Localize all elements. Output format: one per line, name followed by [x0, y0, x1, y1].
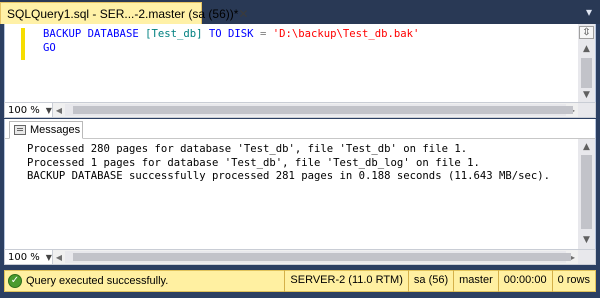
status-server: SERVER-2 (11.0 RTM) — [284, 270, 407, 292]
tab-title: SQLQuery1.sql - SER...-2.master (sa (56)… — [7, 6, 239, 21]
editor-vertical-scrollbar[interactable]: ⇳ ▲ ▼ — [578, 24, 595, 102]
scroll-down-icon[interactable]: ▼ — [578, 233, 595, 247]
editor-zoom-value: 100 % — [8, 104, 40, 116]
status-database: master — [453, 270, 498, 292]
string-backup-path: 'D:\backup\Test_db.bak' — [272, 28, 420, 40]
messages-vertical-scrollbar[interactable]: ▲ ▼ — [578, 139, 595, 249]
status-message: Query executed successfully. — [26, 275, 169, 287]
scroll-down-icon[interactable]: ▼ — [578, 88, 595, 102]
editor-zoom-bar: 100 % ▼ ◀ ▶ — [4, 102, 596, 118]
close-icon[interactable]: ✕ — [238, 7, 248, 21]
code-line-2: GO — [43, 42, 56, 54]
query-editor[interactable]: BACKUP DATABASE [Test_db] TO DISK = 'D:\… — [4, 24, 596, 102]
message-line: Processed 280 pages for database 'Test_d… — [27, 143, 468, 155]
message-line: Processed 1 pages for database 'Test_db'… — [27, 156, 480, 169]
chevron-down-icon: ▼ — [45, 252, 52, 262]
status-row-count: 0 rows — [551, 270, 595, 292]
document-tab-strip: SQLQuery1.sql - SER...-2.master (sa (56)… — [0, 0, 600, 24]
code-line-1: BACKUP DATABASE [Test_db] TO DISK = 'D:\… — [43, 28, 419, 40]
window-frame — [0, 292, 600, 298]
identifier-test-db: [Test_db] — [145, 28, 203, 40]
scroll-left-icon[interactable]: ◀ — [53, 106, 65, 115]
change-indicator — [21, 28, 25, 60]
tab-messages[interactable]: Messages — [9, 121, 83, 139]
query-status-bar: ✓ Query executed successfully. SERVER-2 … — [4, 270, 596, 292]
checkmark-circle-icon: ✓ — [8, 274, 22, 288]
chevron-down-icon[interactable] — [582, 5, 596, 19]
results-zoom-select[interactable]: 100 % ▼ — [5, 250, 53, 264]
operator-equals: = — [259, 28, 267, 40]
keyword-backup: BACKUP — [43, 28, 82, 40]
scrollbar-corner — [578, 250, 595, 264]
messages-icon — [14, 125, 26, 135]
message-lines: Processed 280 pages for database 'Test_d… — [27, 143, 550, 184]
status-user: sa (56) — [407, 270, 453, 292]
results-horizontal-scrollbar[interactable] — [65, 251, 571, 263]
scroll-up-icon[interactable]: ▲ — [578, 42, 595, 56]
messages-scroll-thumb[interactable] — [581, 155, 592, 229]
keyword-disk: DISK — [228, 28, 254, 40]
keyword-to: TO — [208, 28, 222, 40]
editor-hscroll-thumb[interactable] — [73, 106, 573, 114]
editor-scroll-thumb[interactable] — [581, 58, 592, 88]
tab-sqlquery1[interactable]: SQLQuery1.sql - SER...-2.master (sa (56)… — [0, 2, 248, 24]
results-hscroll-thumb[interactable] — [73, 253, 571, 261]
results-zoom-bar: 100 % ▼ ◀ ▶ — [4, 249, 596, 265]
messages-pane[interactable]: Processed 280 pages for database 'Test_d… — [4, 139, 596, 249]
editor-horizontal-scrollbar[interactable] — [65, 104, 573, 116]
chevron-down-icon: ▼ — [45, 105, 52, 115]
status-elapsed-time: 00:00:00 — [497, 270, 552, 292]
editor-zoom-select[interactable]: 100 % ▼ — [5, 103, 53, 117]
code-text[interactable]: BACKUP DATABASE [Test_db] TO DISK = 'D:\… — [43, 27, 419, 55]
keyword-database: DATABASE — [87, 28, 139, 40]
split-editor-icon[interactable]: ⇳ — [579, 26, 594, 39]
scroll-left-icon[interactable]: ◀ — [53, 253, 65, 262]
results-tab-strip: Messages — [4, 119, 596, 139]
scroll-up-icon[interactable]: ▲ — [578, 140, 595, 154]
scrollbar-corner — [578, 103, 595, 117]
tab-messages-label: Messages — [30, 124, 81, 136]
results-zoom-value: 100 % — [8, 251, 40, 263]
message-line: BACKUP DATABASE successfully processed 2… — [27, 170, 550, 182]
